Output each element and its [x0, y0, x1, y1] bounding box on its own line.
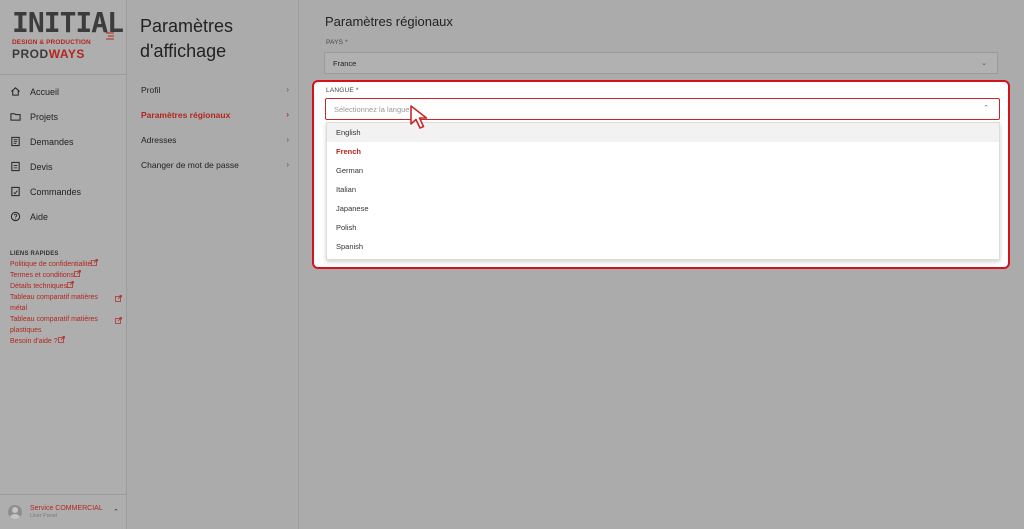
settings-item-regional[interactable]: Paramètres régionaux ›	[141, 102, 289, 127]
chevron-down-icon: ⌄	[981, 60, 987, 67]
logo-prodways-b: D	[39, 47, 49, 61]
quick-link-label: Tableau comparatif matières métal	[10, 294, 98, 312]
language-option-italian[interactable]: Italian	[327, 180, 999, 199]
settings-item-label: Paramètres régionaux	[141, 109, 231, 120]
quick-link-label: Politique de confidentialité	[10, 261, 92, 268]
mouse-cursor-icon	[410, 105, 428, 129]
sidebar: INITIAL DESIGN & PRODUCTION PRODWAYS Acc…	[0, 0, 127, 529]
external-link-icon	[115, 317, 122, 324]
country-label: PAYS *	[326, 39, 348, 46]
settings-item-password[interactable]: Changer de mot de passe ›	[141, 152, 289, 177]
language-option-spanish[interactable]: Spanish	[327, 237, 999, 256]
orders-icon	[9, 186, 21, 198]
collapse-menu-icon[interactable]	[106, 32, 114, 40]
quick-link-terms[interactable]: Termes et conditions	[10, 270, 122, 281]
folder-icon	[9, 111, 21, 123]
chevron-up-icon: ⌃	[113, 509, 119, 516]
nav-item-demandes[interactable]: Demandes	[0, 129, 126, 154]
logo-tagline: DESIGN & PRODUCTION	[12, 39, 91, 46]
quick-link-technical[interactable]: Détails techniques	[10, 281, 122, 292]
nav-label: Accueil	[30, 86, 60, 97]
nav-item-aide[interactable]: Aide	[0, 204, 126, 229]
settings-item-label: Profil	[141, 84, 161, 95]
requests-icon	[9, 136, 21, 148]
avatar	[8, 505, 22, 519]
nav-label: Aide	[30, 211, 49, 222]
external-link-icon	[57, 336, 65, 343]
nav-item-projets[interactable]: Projets	[0, 104, 126, 129]
quick-link-plastic[interactable]: Tableau comparatif matières plastiques	[10, 314, 122, 336]
home-icon	[9, 86, 21, 98]
settings-item-profil[interactable]: Profil ›	[141, 77, 289, 102]
nav-item-devis[interactable]: Devis	[0, 154, 126, 179]
external-link-icon	[67, 281, 75, 288]
language-option-french[interactable]: French	[327, 142, 999, 161]
user-menu[interactable]: Service COMMERCIAL User Panel ⌃	[0, 494, 126, 529]
logo-wordmark: INITIAL	[12, 6, 124, 39]
main-content: Paramètres régionaux PAYS * France ⌄ LAN…	[300, 0, 1024, 529]
quick-link-privacy[interactable]: Politique de confidentialité	[10, 259, 122, 270]
chevron-right-icon: ›	[286, 135, 289, 144]
sidebar-divider	[0, 74, 126, 75]
settings-item-adresses[interactable]: Adresses ›	[141, 127, 289, 152]
quote-icon	[9, 161, 21, 173]
quick-link-label: Détails techniques	[10, 283, 68, 290]
language-option-japanese[interactable]: Japanese	[327, 199, 999, 218]
logo-prodways-c: WAYS	[48, 47, 85, 61]
user-role: User Panel	[30, 513, 58, 519]
settings-item-label: Changer de mot de passe	[141, 159, 239, 170]
help-icon	[9, 211, 21, 223]
nav-label: Commandes	[30, 186, 82, 197]
initial-logo[interactable]: INITIAL DESIGN & PRODUCTION PRODWAYS	[12, 6, 124, 62]
nav-label: Projets	[30, 111, 59, 122]
language-label: LANGUE *	[326, 87, 359, 94]
quick-links-title: LIENS RAPIDES	[10, 251, 59, 257]
language-dropdown: English French German Italian Japanese P…	[326, 122, 1000, 260]
language-option-german[interactable]: German	[327, 161, 999, 180]
logo-prodways: PRODWAYS	[12, 47, 96, 61]
country-select[interactable]: France ⌄	[324, 52, 998, 74]
quick-links: LIENS RAPIDES Politique de confidentiali…	[10, 251, 122, 347]
country-value: France	[333, 58, 357, 68]
chevron-right-icon: ›	[286, 160, 289, 169]
settings-title-line1: Paramètres	[140, 16, 234, 36]
external-link-icon	[74, 270, 82, 277]
external-link-icon	[115, 295, 122, 302]
main-nav: Accueil Projets Demandes Devis Commandes…	[0, 79, 126, 229]
settings-title-line2: d'affichage	[140, 41, 227, 61]
chevron-right-icon: ›	[286, 110, 289, 119]
language-option-polish[interactable]: Polish	[327, 218, 999, 237]
nav-item-accueil[interactable]: Accueil	[0, 79, 126, 104]
quick-link-label: Tableau comparatif matières plastiques	[10, 316, 98, 334]
external-link-icon	[91, 259, 99, 266]
nav-label: Devis	[30, 161, 53, 172]
chevron-up-icon: ⌃	[983, 105, 989, 112]
settings-item-label: Adresses	[141, 134, 177, 145]
settings-title: Paramètres d'affichage	[140, 14, 233, 64]
nav-label: Demandes	[30, 136, 74, 147]
quick-link-label: Termes et conditions	[10, 272, 75, 279]
page-title: Paramètres régionaux	[325, 14, 453, 29]
nav-item-commandes[interactable]: Commandes	[0, 179, 126, 204]
chevron-right-icon: ›	[286, 85, 289, 94]
settings-menu: Profil › Paramètres régionaux › Adresses…	[141, 77, 289, 177]
language-placeholder: Sélectionnez la langue	[334, 104, 410, 114]
quick-link-label: Besoin d'aide ?	[10, 338, 58, 345]
user-name: Service COMMERCIAL	[30, 505, 103, 512]
quick-link-help[interactable]: Besoin d'aide ?	[10, 336, 122, 347]
logo-prodways-a: PRO	[12, 47, 40, 61]
quick-link-metal[interactable]: Tableau comparatif matières métal	[10, 292, 122, 314]
settings-panel: Paramètres d'affichage Profil › Paramètr…	[128, 0, 299, 529]
